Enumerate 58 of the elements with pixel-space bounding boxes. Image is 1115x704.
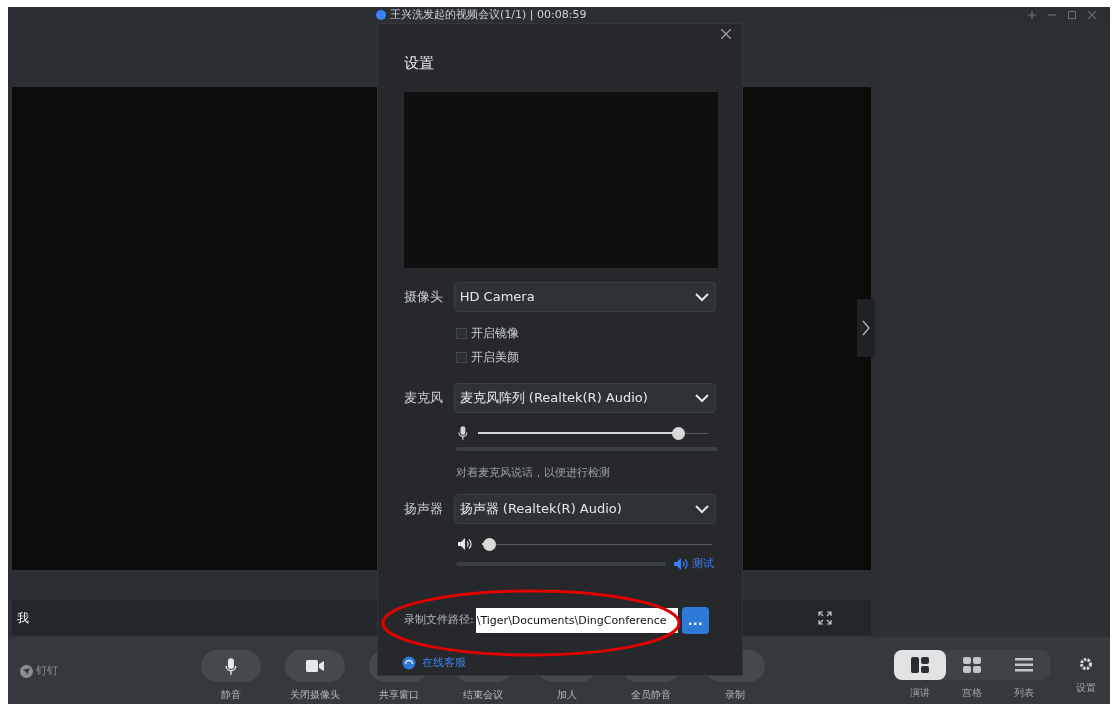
path-field[interactable]: \Tiger\Documents\DingConference <box>475 608 678 633</box>
logo-icon <box>20 664 33 678</box>
app-logo-icon <box>376 10 386 20</box>
speaker-icon <box>458 538 472 550</box>
speaker-icon <box>674 558 688 571</box>
checkbox[interactable] <box>456 327 467 339</box>
window-title: 王兴洗发起的视频会议(1/1) | 00:08:59 <box>390 8 587 22</box>
grid-icon <box>963 657 981 673</box>
video-camera-icon <box>306 660 324 672</box>
close-button[interactable] <box>718 26 734 42</box>
toolbar-label: 结束会议 <box>463 689 503 701</box>
participant-name: 我 <box>17 609 29 627</box>
view-label: 宫格 <box>961 686 983 699</box>
volume-slider[interactable] <box>477 426 708 440</box>
view-label: 列表 <box>1013 686 1035 699</box>
panel-toggle-button[interactable] <box>857 299 875 357</box>
volume-slider[interactable] <box>482 537 712 551</box>
checkbox[interactable] <box>456 351 467 363</box>
device-dropdown[interactable]: 麦克风阵列 (Realtek(R) Audio) <box>453 383 716 413</box>
toolbar-label: 全员静音 <box>631 689 671 701</box>
device-dropdown[interactable]: 扬声器 (Realtek(R) Audio) <box>453 494 716 524</box>
toolbar-button[interactable] <box>201 650 261 682</box>
toolbar-label: 录制 <box>725 689 745 701</box>
toolbar-label: 关闭摄像头 <box>290 689 340 701</box>
field-label: 录制文件路径: <box>404 612 474 629</box>
settings-icon <box>1079 657 1093 671</box>
chevron-down-icon <box>695 504 709 514</box>
maximize-icon[interactable] <box>1068 11 1076 19</box>
microphone-icon <box>458 426 468 440</box>
settings-button[interactable]: 设置 <box>1076 637 1096 694</box>
list-icon <box>1015 658 1033 672</box>
microphone-icon <box>225 657 237 675</box>
browse-button[interactable]: ... <box>681 607 709 634</box>
toolbar-label: 静音 <box>221 689 241 701</box>
fullscreen-icon[interactable] <box>818 610 832 625</box>
field-label: 摄像头 <box>404 288 444 307</box>
field-label: 麦克风 <box>404 389 444 408</box>
chevron-right-icon <box>862 320 870 336</box>
layout-icon <box>911 657 929 673</box>
chevron-down-icon <box>695 292 709 302</box>
toolbar-label: 加人 <box>557 689 577 701</box>
dialog-title: 设置 <box>404 53 435 73</box>
support-link[interactable]: 在线客服 <box>402 654 466 671</box>
toolbar-button[interactable] <box>285 650 345 682</box>
checkbox-label: 开启镜像 <box>471 325 519 341</box>
mic-hint: 对着麦克风说话，以便进行检测 <box>456 466 611 480</box>
close-icon[interactable] <box>1088 11 1096 19</box>
device-dropdown[interactable]: HD Camera <box>453 282 716 312</box>
app-name: 钉钉 <box>36 663 58 679</box>
view-label: 演讲 <box>909 686 931 699</box>
view-toggle[interactable] <box>894 650 946 680</box>
field-label: 扬声器 <box>404 500 444 519</box>
test-link[interactable]: 测试 <box>674 556 714 573</box>
checkbox-label: 开启美颜 <box>471 349 519 365</box>
toolbar-label: 共享窗口 <box>379 689 419 701</box>
chevron-down-icon <box>695 393 709 403</box>
headset-icon <box>402 655 416 670</box>
close-icon <box>721 29 731 39</box>
